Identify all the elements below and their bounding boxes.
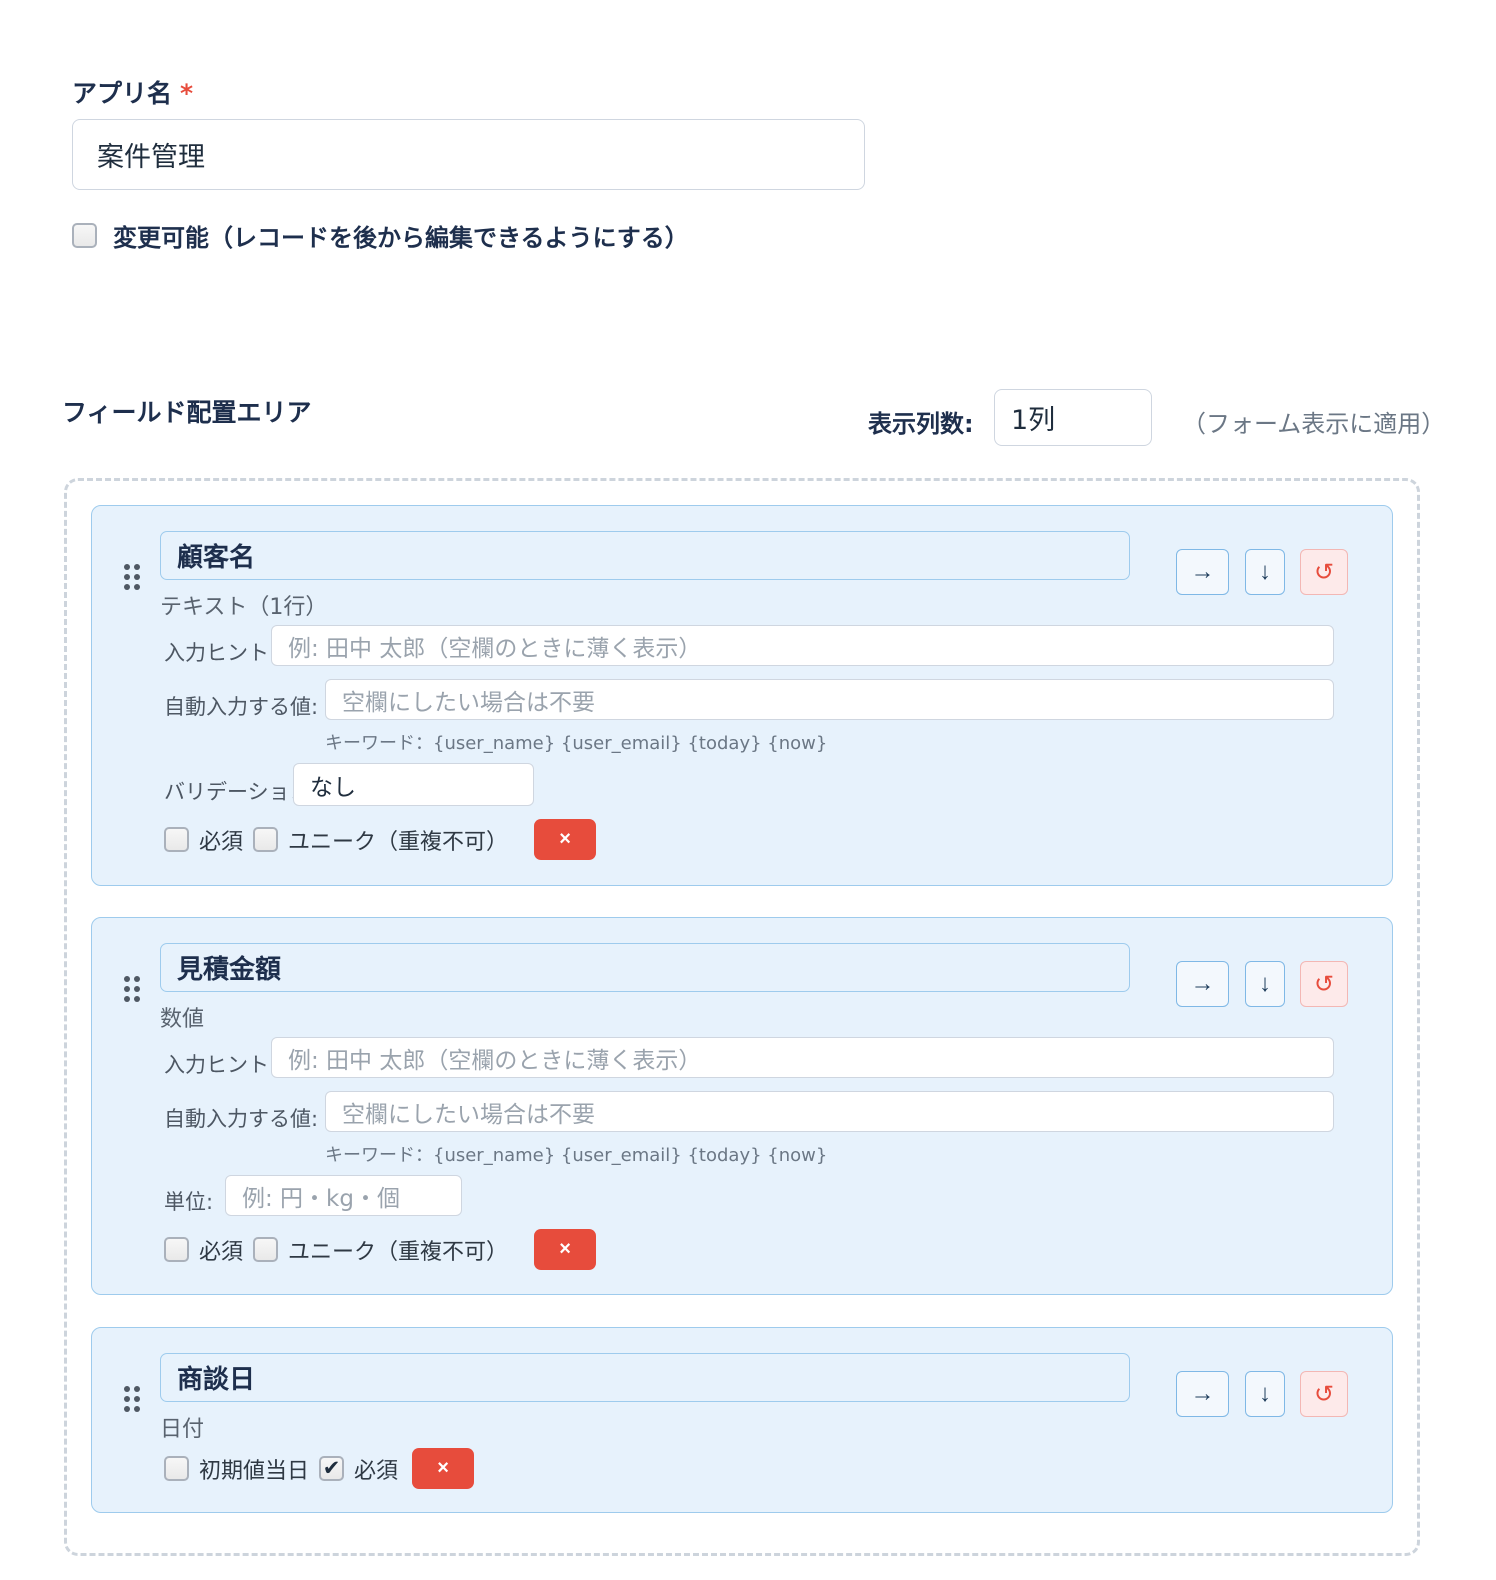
default-value-input[interactable]: 空欄にしたい場合は不要 xyxy=(325,679,1334,720)
hint-placeholder: 例: 田中 太郎（空欄のときに薄く表示） xyxy=(288,1047,702,1074)
field-title-input[interactable]: 商談日 xyxy=(160,1353,1130,1402)
move-down-button[interactable]: ↓ xyxy=(1245,1371,1285,1417)
hint-input[interactable]: 例: 田中 太郎（空欄のときに薄く表示） xyxy=(271,625,1334,666)
delete-field-button[interactable]: × xyxy=(412,1448,475,1489)
editable-option[interactable]: 変更可能（レコードを後から編集できるようにする） xyxy=(72,218,689,253)
hint-placeholder: 例: 田中 太郎（空欄のときに薄く表示） xyxy=(288,635,702,662)
default-value-label: 自動入力する値: xyxy=(164,695,319,719)
keywords-help: キーワード：{user_name} {user_email} {today} {… xyxy=(325,1145,828,1166)
columns-select[interactable]: 1列 xyxy=(994,389,1152,446)
field-card-customer-name[interactable]: 顧客名 → ↓ ↺ テキスト（1行） 入力ヒント: 例: 田中 太郎（空欄のとき… xyxy=(91,505,1393,886)
delete-field-button[interactable]: × xyxy=(534,819,597,860)
columns-select-value: 1列 xyxy=(1011,405,1056,436)
drag-handle-icon[interactable] xyxy=(124,976,140,1002)
move-down-button[interactable]: ↓ xyxy=(1245,549,1285,595)
unique-label: ユニーク（重複不可） xyxy=(288,829,509,855)
field-title-text: 顧客名 xyxy=(177,543,256,573)
default-value-label: 自動入力する値: xyxy=(164,1107,319,1131)
editable-checkbox[interactable] xyxy=(72,223,97,248)
app-name-label-text: アプリ名 xyxy=(72,79,173,108)
field-card-estimate-amount[interactable]: 見積金額 → ↓ ↺ 数値 入力ヒント: 例: 田中 太郎（空欄のときに薄く表示… xyxy=(91,917,1393,1295)
reset-button[interactable]: ↺ xyxy=(1300,1371,1348,1417)
move-right-button[interactable]: → xyxy=(1176,1371,1229,1417)
validation-select[interactable]: なし xyxy=(293,763,534,806)
move-right-button[interactable]: → xyxy=(1176,961,1229,1007)
today-default-label: 初期値当日 xyxy=(199,1458,310,1484)
required-label: 必須 xyxy=(199,829,244,855)
required-checkbox-checked[interactable]: ✔ xyxy=(319,1456,345,1481)
field-options: 必須 ユニーク（重複不可） × xyxy=(164,819,597,860)
columns-label: 表示列数: xyxy=(868,410,974,438)
field-title-text: 見積金額 xyxy=(177,955,282,985)
field-type-label: 日付 xyxy=(160,1417,205,1442)
today-default-checkbox[interactable] xyxy=(164,1456,189,1481)
move-down-button[interactable]: ↓ xyxy=(1245,961,1285,1007)
move-right-button[interactable]: → xyxy=(1176,549,1229,595)
checkmark-icon: ✔ xyxy=(322,1456,341,1480)
hint-input[interactable]: 例: 田中 太郎（空欄のときに薄く表示） xyxy=(271,1037,1334,1078)
required-star: * xyxy=(180,79,194,108)
hint-label: 入力ヒント: xyxy=(164,1053,277,1077)
field-type-label: 数値 xyxy=(160,1007,205,1032)
validation-value: なし xyxy=(310,774,356,801)
unique-checkbox[interactable] xyxy=(253,1237,279,1262)
required-label: 必須 xyxy=(199,1239,244,1265)
reset-button[interactable]: ↺ xyxy=(1300,961,1348,1007)
required-label: 必須 xyxy=(354,1458,399,1484)
field-title-text: 商談日 xyxy=(177,1365,256,1395)
unique-label: ユニーク（重複不可） xyxy=(288,1239,509,1265)
app-name-label: アプリ名 * xyxy=(72,74,193,110)
columns-note: （フォーム表示に適用） xyxy=(1182,410,1446,438)
drag-handle-icon[interactable] xyxy=(124,564,140,590)
required-checkbox[interactable] xyxy=(164,1237,189,1262)
unique-checkbox[interactable] xyxy=(253,827,279,852)
unit-label: 単位: xyxy=(164,1190,214,1214)
drag-handle-icon[interactable] xyxy=(124,1386,140,1412)
unit-placeholder: 例: 円・kg・個 xyxy=(242,1185,400,1212)
default-value-input[interactable]: 空欄にしたい場合は不要 xyxy=(325,1091,1334,1132)
field-title-input[interactable]: 見積金額 xyxy=(160,943,1130,992)
editable-label: 変更可能（レコードを後から編集できるようにする） xyxy=(113,224,689,252)
default-value-placeholder: 空欄にしたい場合は不要 xyxy=(342,1101,595,1128)
field-options: 必須 ユニーク（重複不可） × xyxy=(164,1229,597,1270)
required-checkbox[interactable] xyxy=(164,827,189,852)
field-title-input[interactable]: 顧客名 xyxy=(160,531,1130,580)
hint-label: 入力ヒント: xyxy=(164,641,277,665)
delete-field-button[interactable]: × xyxy=(534,1229,597,1270)
default-value-placeholder: 空欄にしたい場合は不要 xyxy=(342,689,595,716)
field-area-title: フィールド配置エリア xyxy=(62,398,312,427)
app-name-input[interactable] xyxy=(72,119,865,190)
field-card-meeting-date[interactable]: 商談日 → ↓ ↺ 日付 初期値当日 ✔ 必須 × xyxy=(91,1327,1393,1513)
field-options: 初期値当日 ✔ 必須 × xyxy=(164,1448,475,1489)
unit-input[interactable]: 例: 円・kg・個 xyxy=(225,1175,462,1216)
reset-button[interactable]: ↺ xyxy=(1300,549,1348,595)
field-type-label: テキスト（1行） xyxy=(160,595,328,620)
keywords-help: キーワード：{user_name} {user_email} {today} {… xyxy=(325,733,828,754)
